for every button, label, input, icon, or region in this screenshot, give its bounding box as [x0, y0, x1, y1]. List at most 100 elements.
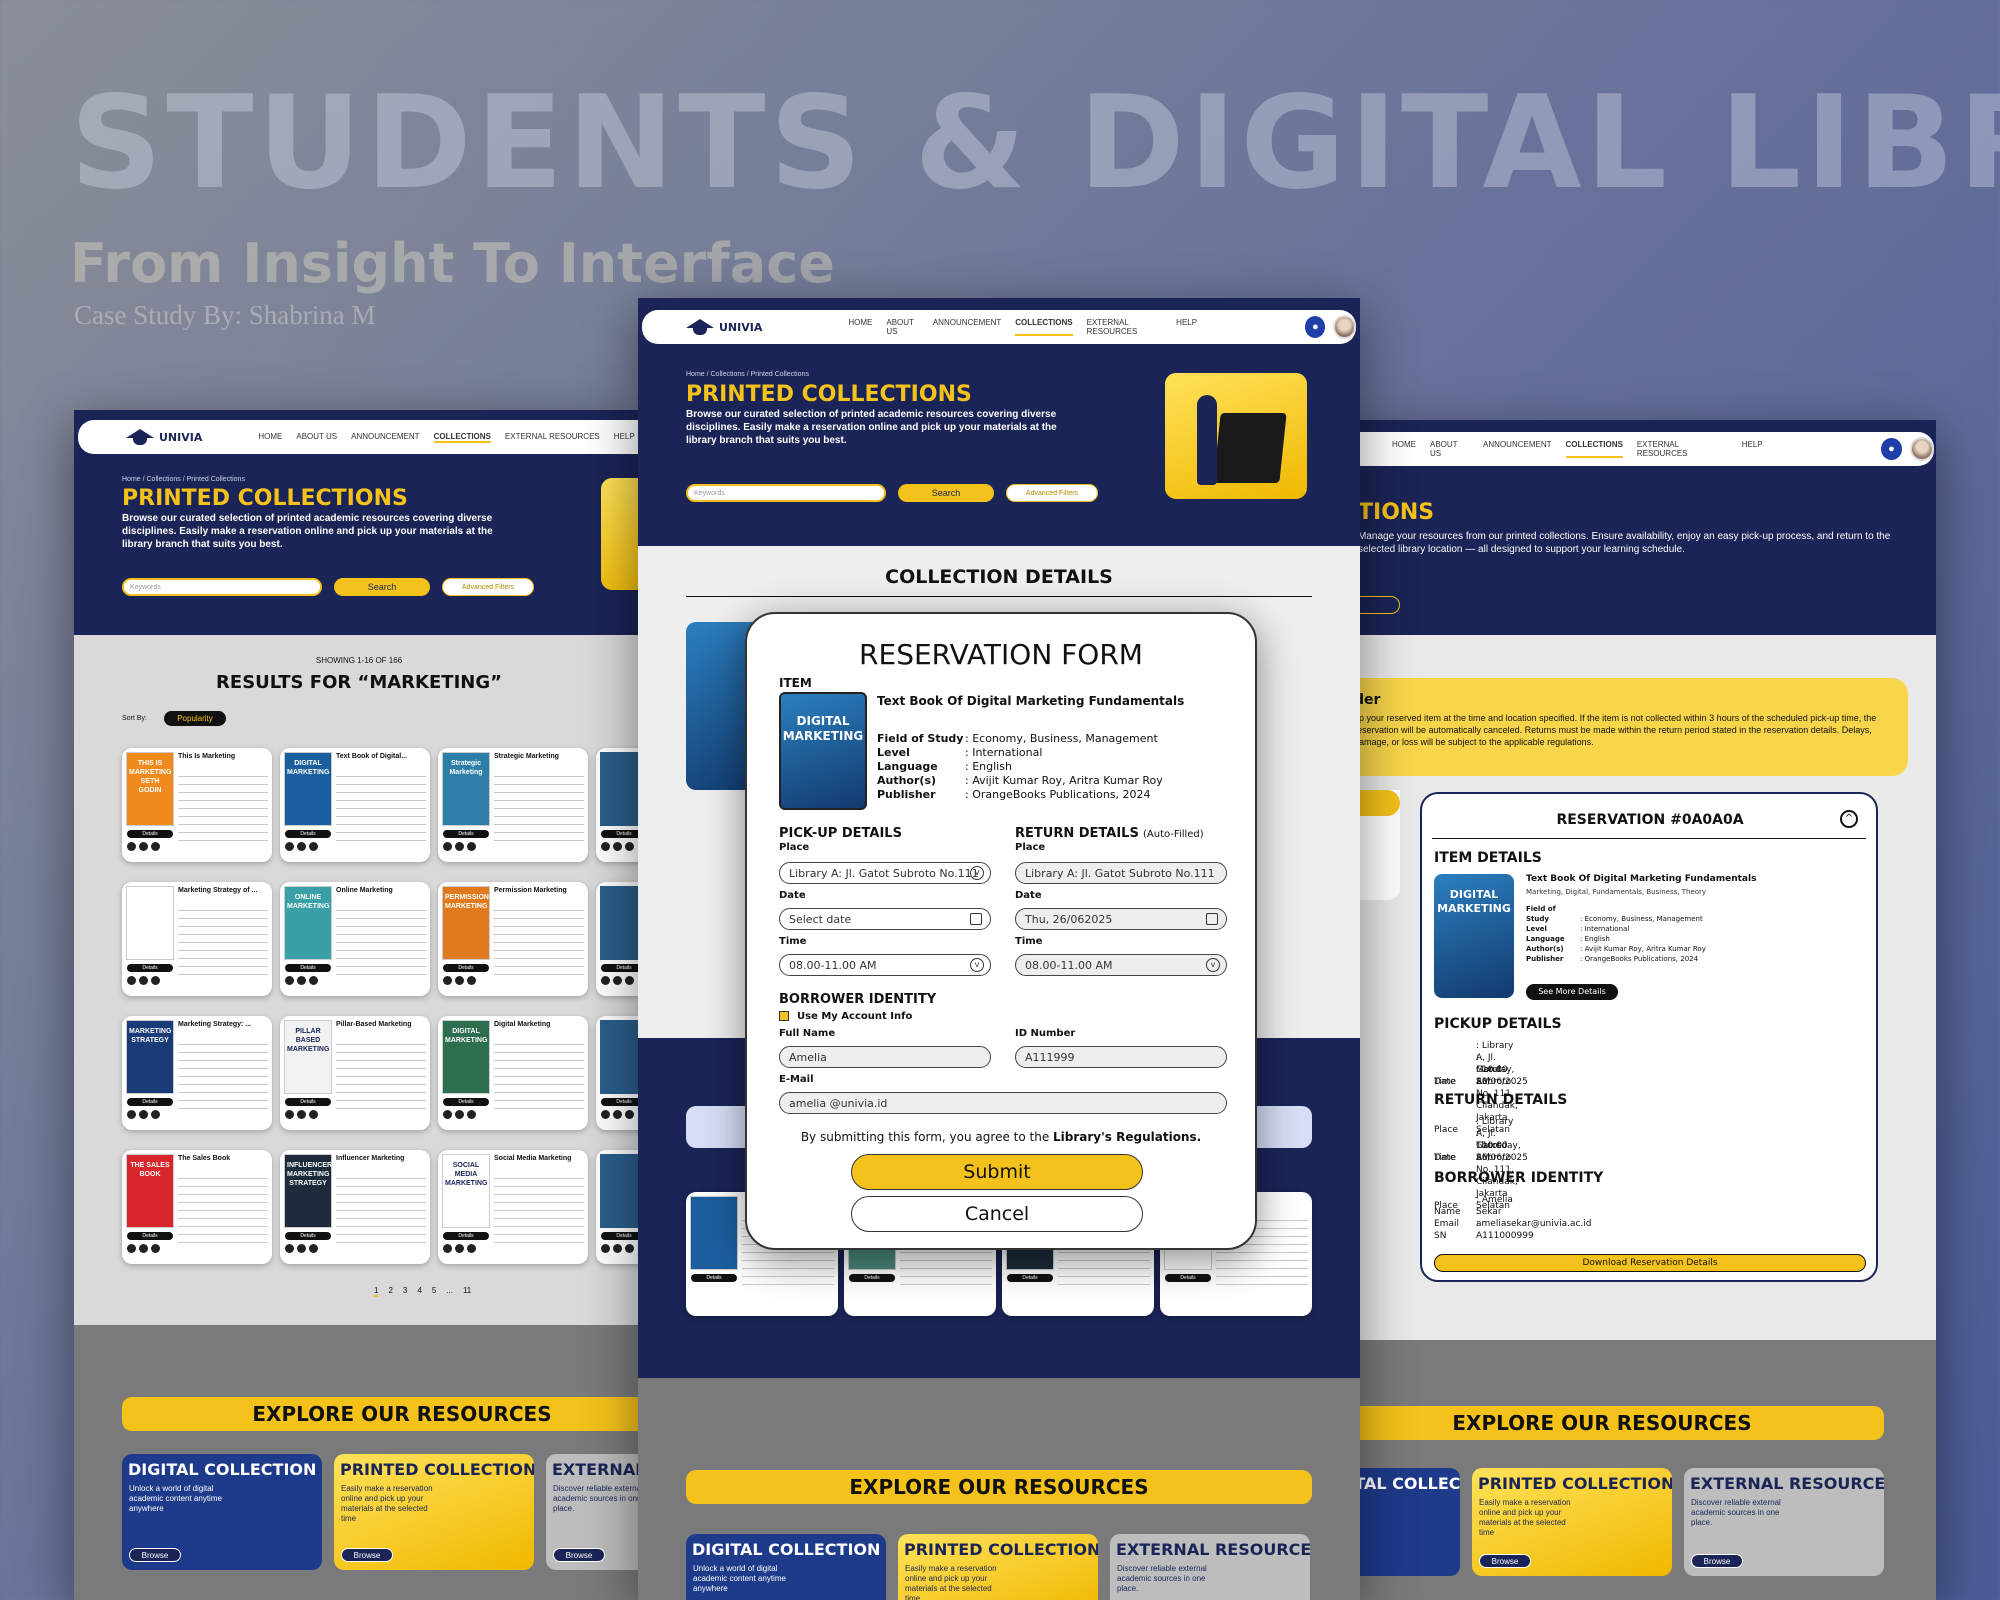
nav-help[interactable]: HELP	[1176, 318, 1197, 336]
nav-collections[interactable]: COLLECTIONS	[433, 432, 491, 443]
search-input[interactable]: Keywords	[122, 578, 322, 596]
book-card[interactable]: PILLAR BASED MARKETING Pillar-Based Marke…	[280, 1016, 430, 1130]
share-icon[interactable]	[139, 976, 148, 985]
share-icon[interactable]	[613, 976, 622, 985]
cart-icon[interactable]	[151, 1110, 160, 1119]
avatar[interactable]	[1910, 437, 1934, 461]
nav-external[interactable]: EXTERNAL RESOURCES	[1087, 318, 1163, 336]
book-card[interactable]: PERMISSION MARKETING Permission Marketing…	[438, 882, 588, 996]
printed-collection-card[interactable]: PRINTED COLLECTION Easily make a reserva…	[1472, 1468, 1672, 1576]
download-button[interactable]: Download Reservation Details	[1434, 1254, 1866, 1272]
cart-icon[interactable]	[467, 842, 476, 851]
details-button[interactable]: Details	[285, 1232, 331, 1240]
share-icon[interactable]	[297, 1110, 306, 1119]
pickup-place-select[interactable]: Library A: Jl. Gatot Subroto No.111 v	[779, 862, 991, 884]
details-button[interactable]: Details	[127, 1232, 173, 1240]
details-button[interactable]: Details	[443, 1232, 489, 1240]
fullname-input[interactable]: Amelia	[779, 1046, 991, 1068]
book-card[interactable]: Details	[596, 882, 644, 996]
page-2[interactable]: 2	[388, 1286, 392, 1297]
details-button[interactable]: Details	[127, 1098, 173, 1106]
browse-button[interactable]: Browse	[1691, 1554, 1743, 1568]
share-icon[interactable]	[455, 1110, 464, 1119]
page-5[interactable]: 5	[432, 1286, 436, 1297]
book-card[interactable]: Details	[596, 748, 644, 862]
page-1[interactable]: 1	[374, 1286, 379, 1297]
nav-about[interactable]: ABOUT US	[886, 318, 918, 336]
bookmark-icon[interactable]	[285, 1244, 294, 1253]
nav-help[interactable]: HELP	[1742, 440, 1763, 458]
nav-announcement[interactable]: ANNOUNCEMENT	[1483, 440, 1551, 458]
bookmark-icon[interactable]	[127, 976, 136, 985]
digital-collection-card[interactable]: DIGITAL COLLECTION Unlock a world of dig…	[686, 1534, 886, 1600]
browse-button[interactable]: Browse	[1479, 1554, 1531, 1568]
book-card[interactable]: THIS IS MARKETING SETH GODIN This Is Mark…	[122, 748, 272, 862]
cart-icon[interactable]	[309, 976, 318, 985]
share-icon[interactable]	[297, 1244, 306, 1253]
share-icon[interactable]	[613, 1110, 622, 1119]
cancel-button[interactable]: Cancel	[851, 1196, 1143, 1232]
sort-select[interactable]: Popularity	[164, 711, 226, 726]
cart-icon[interactable]	[309, 1110, 318, 1119]
external-resource-card[interactable]: EXTERNAL RESOURCE Discover reliable exte…	[1684, 1468, 1884, 1576]
regulations-link[interactable]: Library's Regulations.	[1053, 1130, 1201, 1144]
bookmark-icon[interactable]	[601, 976, 610, 985]
bookmark-icon[interactable]	[127, 1244, 136, 1253]
cart-icon[interactable]	[467, 1244, 476, 1253]
share-icon[interactable]	[455, 1244, 464, 1253]
book-card[interactable]: INFLUENCER MARKETING STRATEGY Influencer …	[280, 1150, 430, 1264]
cart-icon[interactable]	[309, 1244, 318, 1253]
share-icon[interactable]	[613, 842, 622, 851]
bookmark-icon[interactable]	[127, 842, 136, 851]
share-icon[interactable]	[139, 842, 148, 851]
bookmark-icon[interactable]	[443, 842, 452, 851]
cart-icon[interactable]	[309, 842, 318, 851]
nav-announcement[interactable]: ANNOUNCEMENT	[933, 318, 1001, 336]
cart-icon[interactable]	[467, 1110, 476, 1119]
browse-button[interactable]: Browse	[553, 1548, 605, 1562]
submit-button[interactable]: Submit	[851, 1154, 1143, 1190]
nav-about[interactable]: ABOUT US	[1430, 440, 1469, 458]
email-input[interactable]: amelia @univia.id	[779, 1092, 1227, 1114]
cart-icon[interactable]	[625, 1244, 634, 1253]
details-button[interactable]: Details	[127, 830, 173, 838]
cart-icon[interactable]	[151, 1244, 160, 1253]
details-button[interactable]: Details	[443, 964, 489, 972]
search-button[interactable]: Search	[334, 578, 430, 596]
nav-external[interactable]: EXTERNAL RESOURCES	[505, 432, 600, 443]
search-input[interactable]: Keywords	[686, 484, 886, 502]
use-account-checkbox[interactable]	[779, 1011, 789, 1021]
share-icon[interactable]	[297, 976, 306, 985]
collapse-icon[interactable]: ^	[1840, 810, 1858, 828]
bookmark-icon[interactable]	[443, 1244, 452, 1253]
bookmark-icon[interactable]	[285, 842, 294, 851]
book-card[interactable]: DIGITAL MARKETING Text Book of Digital...…	[280, 748, 430, 862]
details-button[interactable]: Details	[443, 830, 489, 838]
book-card[interactable]: Details	[596, 1150, 644, 1264]
share-icon[interactable]	[455, 976, 464, 985]
browse-button[interactable]: Browse	[341, 1548, 393, 1562]
nav-home[interactable]: HOME	[848, 318, 872, 336]
details-button[interactable]: Details	[849, 1274, 895, 1282]
book-card[interactable]: SOCIAL MEDIA MARKETING Social Media Marke…	[438, 1150, 588, 1264]
bookmark-icon[interactable]	[601, 842, 610, 851]
cart-icon[interactable]	[467, 976, 476, 985]
details-button[interactable]: Details	[691, 1274, 737, 1282]
book-card[interactable]: THE SALES BOOK The Sales Book Details	[122, 1150, 272, 1264]
page-3[interactable]: 3	[403, 1286, 407, 1297]
cart-icon[interactable]	[151, 842, 160, 851]
univia-logo[interactable]: UNIVIA	[686, 317, 762, 337]
page-4[interactable]: 4	[417, 1286, 421, 1297]
share-icon[interactable]	[613, 1244, 622, 1253]
nav-external[interactable]: EXTERNAL RESOURCES	[1637, 440, 1728, 458]
nav-collections[interactable]: COLLECTIONS	[1015, 318, 1073, 336]
univia-logo[interactable]: UNIVIA	[126, 427, 202, 447]
details-button[interactable]: Details	[1165, 1274, 1211, 1282]
bookmark-icon[interactable]	[443, 1110, 452, 1119]
book-card[interactable]: Marketing Strategy of ... Details	[122, 882, 272, 996]
digital-collection-card[interactable]: DIGITAL COLLECTION Unlock a world of dig…	[122, 1454, 322, 1570]
bookmark-icon[interactable]	[127, 1110, 136, 1119]
share-icon[interactable]	[297, 842, 306, 851]
book-card[interactable]: DIGITAL MARKETING Digital Marketing Detail…	[438, 1016, 588, 1130]
share-icon[interactable]	[455, 842, 464, 851]
